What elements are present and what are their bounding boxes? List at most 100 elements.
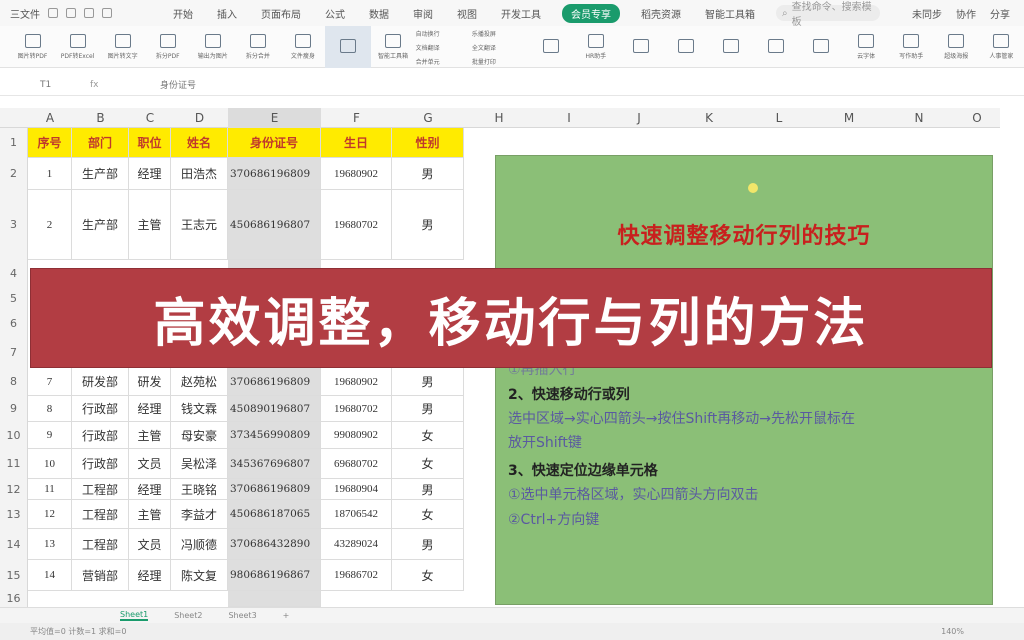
column-header[interactable]: H bbox=[464, 108, 534, 128]
table-cell[interactable]: 450686196807 bbox=[228, 190, 321, 260]
table-cell[interactable]: 18706542 bbox=[321, 500, 392, 529]
ribbon-button[interactable]: 输出为图片 bbox=[190, 26, 235, 68]
table-cell[interactable]: 女 bbox=[392, 560, 464, 591]
table-cell[interactable]: 370686196809 bbox=[228, 158, 321, 190]
fx-icon[interactable]: fx bbox=[90, 80, 150, 90]
table-header-cell[interactable]: 性别 bbox=[392, 128, 464, 158]
menu-tab[interactable]: 稻壳资源 bbox=[638, 4, 684, 23]
ribbon-button[interactable] bbox=[708, 26, 753, 68]
row-header[interactable]: 8 bbox=[0, 368, 28, 396]
ribbon-button[interactable]: 图片转PDF bbox=[10, 26, 55, 68]
row-header[interactable]: 10 bbox=[0, 422, 28, 449]
ribbon-small-item[interactable]: 乐播投屏 bbox=[472, 29, 528, 38]
row-header[interactable]: 13 bbox=[0, 500, 28, 529]
table-cell[interactable]: 370686196809 bbox=[228, 368, 321, 396]
table-cell[interactable]: 行政部 bbox=[72, 396, 129, 422]
column-header[interactable]: F bbox=[321, 108, 392, 128]
table-cell[interactable]: 12 bbox=[28, 500, 72, 529]
print-icon[interactable] bbox=[66, 8, 76, 18]
ribbon-button[interactable]: 智能工具箱 bbox=[371, 26, 416, 68]
table-cell[interactable]: 8 bbox=[28, 396, 72, 422]
column-header[interactable]: C bbox=[129, 108, 171, 128]
table-cell[interactable]: 11 bbox=[28, 479, 72, 500]
ribbon-small-item[interactable]: 文档翻译 bbox=[416, 43, 472, 52]
column-header[interactable]: O bbox=[954, 108, 1000, 128]
table-cell[interactable]: 经理 bbox=[129, 560, 171, 591]
row-header[interactable]: 4 bbox=[0, 260, 28, 287]
table-cell[interactable]: 345367696807 bbox=[228, 449, 321, 479]
add-sheet-button[interactable]: + bbox=[283, 611, 290, 620]
menu-tab[interactable]: 插入 bbox=[214, 4, 240, 23]
ribbon-button[interactable]: 写作助手 bbox=[889, 26, 934, 68]
table-cell[interactable]: 19680702 bbox=[321, 190, 392, 260]
menu-tab[interactable]: 页面布局 bbox=[258, 4, 304, 23]
ribbon-button[interactable]: HR助手 bbox=[573, 26, 618, 68]
menu-tab[interactable]: 开发工具 bbox=[498, 4, 544, 23]
table-cell[interactable]: 19680702 bbox=[321, 396, 392, 422]
table-cell[interactable]: 母安豪 bbox=[171, 422, 228, 449]
row-header[interactable]: 9 bbox=[0, 396, 28, 422]
table-cell[interactable]: 男 bbox=[392, 368, 464, 396]
command-search[interactable]: ⌕ 查找命令、搜索模板 bbox=[776, 2, 880, 28]
table-cell[interactable]: 主管 bbox=[129, 190, 171, 260]
table-header-cell[interactable]: 职位 bbox=[129, 128, 171, 158]
table-cell[interactable]: 研发 bbox=[129, 368, 171, 396]
menu-tab[interactable]: 会员专享 bbox=[562, 3, 620, 23]
table-cell[interactable]: 19680902 bbox=[321, 158, 392, 190]
table-cell[interactable]: 69680702 bbox=[321, 449, 392, 479]
menu-tab[interactable]: 审阅 bbox=[410, 4, 436, 23]
save-icon[interactable] bbox=[48, 8, 58, 18]
sheet-tab[interactable]: Sheet2 bbox=[174, 611, 202, 620]
table-cell[interactable]: 980686196867 bbox=[228, 560, 321, 591]
table-cell[interactable]: 行政部 bbox=[72, 422, 129, 449]
table-cell[interactable]: 99080902 bbox=[321, 422, 392, 449]
table-cell[interactable]: 370686196809 bbox=[228, 479, 321, 500]
table-cell[interactable]: 冯顺德 bbox=[171, 529, 228, 560]
menu-tab[interactable]: 开始 bbox=[170, 4, 196, 23]
table-cell[interactable]: 370686432890 bbox=[228, 529, 321, 560]
menu-tab[interactable]: 数据 bbox=[366, 4, 392, 23]
table-cell[interactable]: 1 bbox=[28, 158, 72, 190]
table-cell[interactable]: 主管 bbox=[129, 500, 171, 529]
row-header[interactable]: 16 bbox=[0, 591, 28, 607]
ribbon-small-item[interactable]: 合并单元 bbox=[416, 57, 472, 66]
table-cell[interactable]: 陈文复 bbox=[171, 560, 228, 591]
table-cell[interactable]: 450890196807 bbox=[228, 396, 321, 422]
table-cell[interactable]: 19680904 bbox=[321, 479, 392, 500]
ribbon-button[interactable]: 拆分合并 bbox=[235, 26, 280, 68]
menu-right-item[interactable]: 分享 bbox=[990, 6, 1010, 21]
ribbon-button[interactable] bbox=[528, 26, 573, 68]
table-cell[interactable]: 王晓铭 bbox=[171, 479, 228, 500]
sheet-tab[interactable]: Sheet3 bbox=[228, 611, 256, 620]
table-cell[interactable]: 研发部 bbox=[72, 368, 129, 396]
menu-right-item[interactable]: 未同步 bbox=[912, 6, 942, 21]
menu-right-item[interactable]: 协作 bbox=[956, 6, 976, 21]
ribbon-button[interactable] bbox=[754, 26, 799, 68]
table-cell[interactable]: 生产部 bbox=[72, 190, 129, 260]
column-header[interactable]: D bbox=[171, 108, 228, 128]
menu-tab[interactable]: 智能工具箱 bbox=[702, 4, 758, 23]
column-header[interactable]: M bbox=[814, 108, 884, 128]
ribbon-button[interactable]: 文件瘦身 bbox=[280, 26, 325, 68]
table-cell[interactable]: 男 bbox=[392, 479, 464, 500]
table-cell[interactable]: 经理 bbox=[129, 479, 171, 500]
table-cell[interactable]: 7 bbox=[28, 368, 72, 396]
ribbon-button[interactable]: 拆分PDF bbox=[145, 26, 190, 68]
table-cell[interactable]: 文员 bbox=[129, 529, 171, 560]
table-header-cell[interactable]: 序号 bbox=[28, 128, 72, 158]
column-header[interactable]: J bbox=[604, 108, 674, 128]
table-cell[interactable]: 10 bbox=[28, 449, 72, 479]
ribbon-button[interactable]: 超级海报 bbox=[934, 26, 979, 68]
table-cell[interactable]: 男 bbox=[392, 529, 464, 560]
ribbon-button[interactable]: 云字体 bbox=[844, 26, 889, 68]
table-cell[interactable]: 田浩杰 bbox=[171, 158, 228, 190]
table-cell[interactable]: 2 bbox=[28, 190, 72, 260]
table-cell[interactable]: 19680902 bbox=[321, 368, 392, 396]
ribbon-button[interactable]: PDF转Excel bbox=[55, 26, 100, 68]
table-cell[interactable]: 工程部 bbox=[72, 500, 129, 529]
row-header[interactable]: 12 bbox=[0, 479, 28, 500]
table-cell[interactable]: 19686702 bbox=[321, 560, 392, 591]
table-cell[interactable]: 男 bbox=[392, 190, 464, 260]
table-cell[interactable]: 女 bbox=[392, 422, 464, 449]
table-header-cell[interactable]: 姓名 bbox=[171, 128, 228, 158]
